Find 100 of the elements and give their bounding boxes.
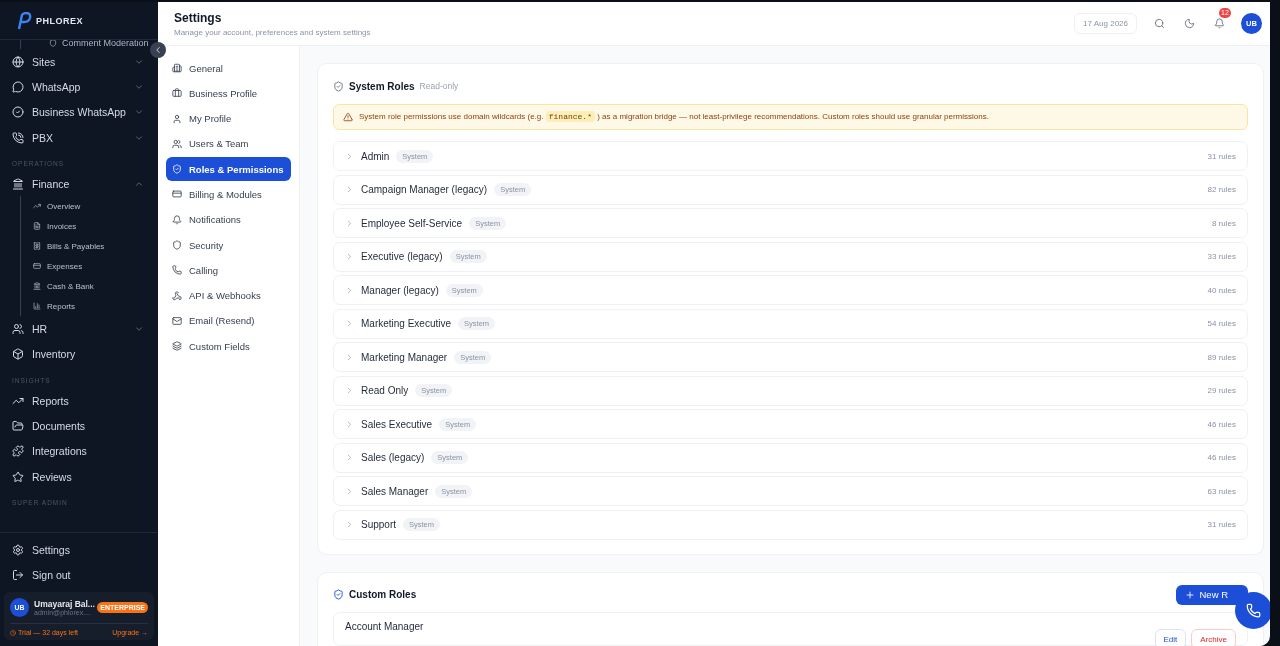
clock-icon xyxy=(10,629,16,636)
role-name: Read Only xyxy=(361,385,409,396)
role-name: Manager (legacy) xyxy=(361,284,439,296)
settings-tab[interactable]: Notifications xyxy=(166,207,291,232)
sidebar-item[interactable]: Settings xyxy=(0,537,158,563)
sidebar-subitem[interactable]: Reports xyxy=(33,296,158,317)
shield-icon xyxy=(172,240,182,251)
briefcase-icon xyxy=(172,88,182,99)
users-icon xyxy=(172,138,182,149)
role-name: Support xyxy=(361,519,397,530)
user-name: Umayaraj Bal... xyxy=(34,599,93,609)
bank-icon xyxy=(12,177,24,190)
sidebar-item[interactable]: Integrations xyxy=(0,438,158,464)
chevron-left-icon xyxy=(153,45,163,55)
shield-icon xyxy=(49,40,57,47)
folder-icon xyxy=(12,420,24,432)
settings-tab[interactable]: My Profile xyxy=(166,106,291,131)
rule-count: 40 rules xyxy=(1207,285,1236,295)
role-name: Sales Executive xyxy=(361,418,433,430)
collapse-button[interactable] xyxy=(150,42,166,58)
role-name: Campaign Manager (legacy) xyxy=(361,184,488,195)
card-icon xyxy=(172,189,182,200)
bell-icon xyxy=(172,214,182,225)
sidebar-item[interactable]: WhatsApp xyxy=(0,74,158,100)
puzzle-icon xyxy=(12,445,24,458)
chat-bubble-icon xyxy=(12,80,24,93)
phone-icon xyxy=(172,265,182,276)
sidebar-item[interactable]: HR xyxy=(0,316,158,342)
bar-chart-icon xyxy=(33,302,41,311)
role-name: Executive (legacy) xyxy=(361,251,443,262)
settings-tab[interactable]: Users & Team xyxy=(166,131,291,156)
sidebar-item[interactable]: Reviews xyxy=(0,463,158,490)
rule-count: 8 rules xyxy=(1212,218,1236,228)
sidebar-item[interactable]: Sites xyxy=(0,49,158,75)
phone-icon xyxy=(12,131,24,144)
settings-tab[interactable]: Business Profile xyxy=(166,81,291,106)
check-circle-icon xyxy=(12,106,24,119)
sidebar-item[interactable]: Reports xyxy=(0,388,158,414)
mail-icon xyxy=(172,315,182,326)
settings-tab[interactable]: API & Webhooks xyxy=(166,283,291,308)
globe-icon xyxy=(12,55,24,68)
box-icon xyxy=(12,348,24,361)
settings-tab[interactable]: Calling xyxy=(166,258,291,283)
sidebar-subitem[interactable]: Invoices xyxy=(33,216,158,237)
sidebar-item[interactable]: Finance xyxy=(0,171,158,197)
role-name: Sales Manager xyxy=(361,485,429,497)
edit-button[interactable]: Edit xyxy=(1154,629,1187,646)
rule-count: 31 rules xyxy=(1207,151,1236,161)
settings-tab[interactable]: Custom Fields xyxy=(166,334,291,359)
users-icon xyxy=(12,323,24,336)
role-name: Employee Self-Service xyxy=(361,217,463,229)
webhook-icon xyxy=(172,290,182,301)
layers-icon xyxy=(172,341,182,352)
bank-icon xyxy=(33,282,41,291)
role-name: Marketing Manager xyxy=(361,351,448,363)
settings-tab[interactable]: Security xyxy=(166,233,291,258)
role-name: Admin xyxy=(361,150,390,162)
warning-icon xyxy=(343,111,353,122)
sidebar-item[interactable]: Business WhatsApp xyxy=(0,99,158,125)
sidebar-subitem[interactable]: Overview xyxy=(33,196,158,217)
sidebar-item[interactable]: PBX xyxy=(0,124,158,151)
sidebar-subitem[interactable]: Cash & Bank xyxy=(33,276,158,297)
settings-icon xyxy=(12,544,24,557)
trend-icon xyxy=(33,202,41,211)
logo-text: PHLOREX xyxy=(36,15,83,26)
sidebar-subitem[interactable]: Bills & Payables xyxy=(33,236,158,257)
sidebar-subitem[interactable]: Comment Moderation xyxy=(49,40,149,49)
date-display: 17 Aug 2026 xyxy=(1074,13,1137,34)
card-title: System Roles xyxy=(349,80,415,92)
person-icon xyxy=(172,113,182,124)
page-title: Settings xyxy=(174,10,223,25)
sidebar-item[interactable]: Sign out xyxy=(0,562,158,588)
building-icon xyxy=(172,63,182,73)
rule-count: 63 rules xyxy=(1207,486,1236,496)
rule-count: 33 rules xyxy=(1207,252,1236,261)
role-name: Sales (legacy) xyxy=(361,452,425,463)
new-role-button[interactable]: New R xyxy=(1176,584,1248,605)
card-icon xyxy=(33,262,41,271)
settings-tab[interactable]: General xyxy=(166,56,291,80)
document-icon xyxy=(33,222,41,231)
rule-count: 29 rules xyxy=(1207,386,1236,395)
rule-count: 46 rules xyxy=(1207,453,1236,462)
page-subtitle: Manage your account, preferences and system settings xyxy=(174,27,372,37)
sign-out-icon xyxy=(12,569,24,582)
settings-tab[interactable]: Email (Resend) xyxy=(166,308,291,333)
settings-tab[interactable]: Roles & Permissions xyxy=(166,157,291,182)
sidebar-item[interactable]: Inventory xyxy=(0,341,158,368)
sidebar-subitem[interactable]: Expenses xyxy=(33,256,158,277)
shield-icon xyxy=(333,589,344,600)
settings-tab[interactable]: Billing & Modules xyxy=(166,182,291,207)
phone-icon xyxy=(1246,603,1261,618)
warning-text: System role permissions use domain wildcards (e.g. finance.* ) as a migration bridge — not least-privilege recommendations. Custom roles should use granular permissions. xyxy=(359,112,989,121)
shield-icon xyxy=(172,164,182,175)
sidebar-item[interactable]: Documents xyxy=(0,413,158,439)
read-only-label: Read-only xyxy=(419,81,459,91)
rule-count: 54 rules xyxy=(1207,319,1236,328)
rule-count: 82 rules xyxy=(1207,185,1236,194)
rule-count: 89 rules xyxy=(1207,352,1236,362)
archive-button[interactable]: Archive xyxy=(1191,629,1236,646)
role-name: Marketing Executive xyxy=(361,318,452,329)
